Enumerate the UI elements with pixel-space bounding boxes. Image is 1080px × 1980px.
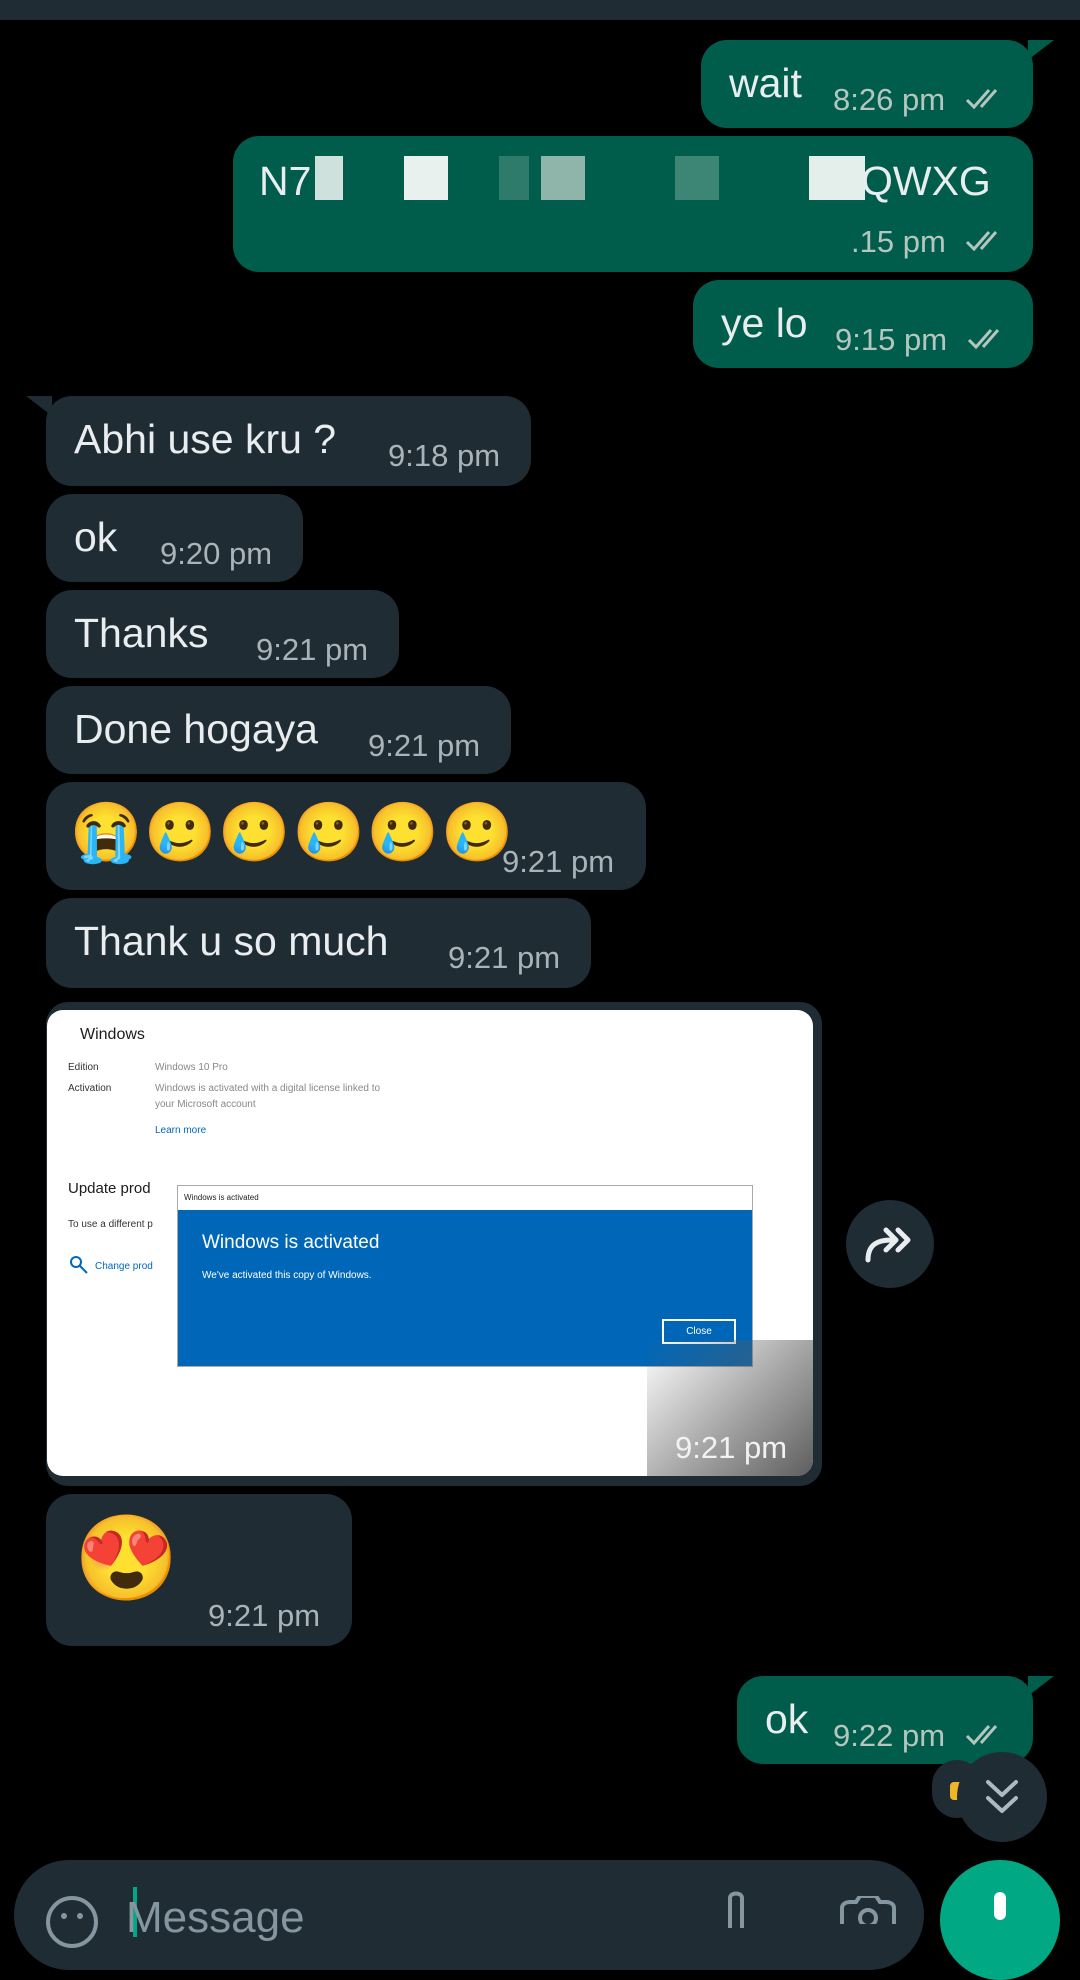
redaction-block [404, 156, 448, 200]
message-text: Done hogaya [74, 706, 318, 752]
image-edition-label: Edition [68, 1062, 99, 1073]
message-time: 9:21 pm [208, 1598, 321, 1633]
message-time: 9:21 pm [502, 844, 615, 879]
image-change-link: Change prod [95, 1261, 153, 1272]
key-icon [70, 1256, 88, 1274]
forward-icon [865, 1227, 911, 1263]
message-time: .15 pm [851, 224, 946, 259]
dialog-titlebar-text: Windows is activated [184, 1193, 259, 1202]
message-incoming[interactable]: ok 9:20 pm [46, 494, 303, 582]
message-incoming[interactable]: Thank u so much 9:21 pm [46, 898, 591, 988]
message-time: 9:15 pm [835, 322, 948, 357]
dialog-text: We've activated this copy of Windows. [202, 1270, 372, 1281]
message-incoming[interactable]: Abhi use kru ? 9:18 pm [46, 396, 531, 486]
message-incoming-emoji[interactable]: 😍 9:21 pm [46, 1494, 352, 1646]
message-text: Thank u so much [74, 918, 389, 964]
message-time: 9:21 pm [256, 632, 369, 667]
image-activation-value: Windows is activated with a digital lice… [155, 1083, 381, 1094]
image-activation-value: your Microsoft account [155, 1099, 256, 1110]
top-app-bar-edge [0, 0, 1080, 20]
image-update-heading: Update prod [68, 1180, 151, 1197]
screenshot-image[interactable]: Windows Edition Windows 10 Pro Activatio… [47, 1010, 813, 1476]
bubble-tail [1028, 40, 1054, 60]
emoji-row: 😭🥲🥲🥲🥲🥲 [70, 800, 516, 865]
message-text: Abhi use kru ? [74, 416, 337, 462]
image-activation-label: Activation [68, 1083, 112, 1094]
message-text: ye lo [721, 300, 808, 346]
image-update-text: To use a different p [68, 1219, 153, 1230]
message-text-start: N7 [259, 158, 312, 204]
redaction-block [315, 156, 343, 200]
message-incoming[interactable]: Thanks 9:21 pm [46, 590, 399, 678]
image-edition-value: Windows 10 Pro [155, 1062, 228, 1073]
forward-button[interactable] [846, 1200, 934, 1288]
message-text-end: QWXG [861, 158, 991, 204]
redaction-block [541, 156, 585, 200]
mic-button[interactable] [940, 1860, 1060, 1980]
dialog-heading: Windows is activated [202, 1232, 380, 1253]
read-ticks-icon [965, 231, 998, 252]
read-ticks-icon [965, 1725, 998, 1746]
message-incoming[interactable]: Done hogaya 9:21 pm [46, 686, 511, 774]
message-outgoing[interactable]: wait 8:26 pm [701, 40, 1033, 128]
redaction-block [675, 156, 719, 200]
message-outgoing[interactable]: ok 9:22 pm [737, 1676, 1033, 1764]
message-time: 9:21 pm [675, 1430, 788, 1465]
redaction-block [809, 156, 865, 200]
message-text: Thanks [74, 610, 209, 656]
message-outgoing-redacted[interactable]: N7 QWXG .15 pm [233, 136, 1033, 272]
message-time: 9:21 pm [368, 728, 481, 763]
read-ticks-icon [967, 329, 1000, 350]
read-ticks-icon [965, 89, 998, 110]
message-time: 9:21 pm [448, 940, 561, 975]
message-incoming-emoji[interactable]: 😭🥲🥲🥲🥲🥲 9:21 pm [46, 782, 646, 890]
message-text: ok [765, 1696, 809, 1742]
bubble-tail [1028, 1676, 1054, 1696]
redaction-block [499, 156, 529, 200]
message-text: ok [74, 514, 118, 560]
mic-icon [994, 1892, 1006, 1920]
message-input[interactable]: Message [126, 1893, 305, 1943]
emoji-heart-eyes: 😍 [74, 1511, 179, 1605]
message-time: 8:26 pm [833, 82, 946, 117]
message-text: wait [729, 60, 802, 106]
message-outgoing[interactable]: ye lo 9:15 pm [693, 280, 1033, 368]
scroll-to-bottom-button[interactable] [957, 1752, 1047, 1842]
image-learn-more: Learn more [155, 1125, 207, 1136]
image-title: Windows [80, 1026, 145, 1043]
message-time: 9:20 pm [160, 536, 273, 571]
message-time: 9:22 pm [833, 1718, 946, 1753]
paperclip-icon[interactable] [720, 1888, 756, 1928]
double-chevron-down-icon [986, 1780, 1018, 1813]
emoji-icon[interactable] [44, 1894, 100, 1950]
dialog-titlebar: Windows is activated [178, 1186, 752, 1210]
message-time: 9:18 pm [388, 438, 501, 473]
